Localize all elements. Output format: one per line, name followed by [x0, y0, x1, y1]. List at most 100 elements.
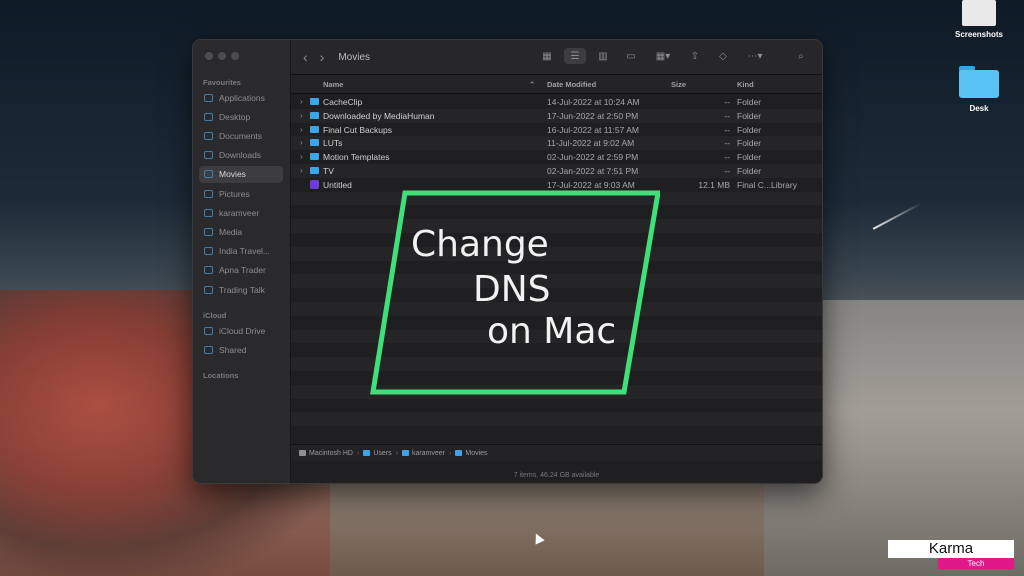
file-date: 17-Jul-2022 at 9:03 AM	[547, 179, 635, 190]
file-size: --	[724, 138, 730, 149]
gallery-view-icon[interactable]: ▭	[620, 48, 642, 64]
sidebar-item[interactable]: karamveer	[199, 204, 283, 221]
sidebar: Favourites Applications Desktop Documents D…	[193, 40, 291, 483]
file-size: --	[724, 110, 730, 121]
file-size: --	[724, 165, 730, 176]
column-size[interactable]: Size	[671, 80, 686, 89]
file-date: 02-Jun-2022 at 2:59 PM	[547, 152, 639, 163]
close-button[interactable]	[205, 52, 213, 60]
sidebar-section-locations: Locations	[203, 371, 239, 380]
minimize-button[interactable]	[218, 52, 226, 60]
sidebar-item-label: Media	[219, 226, 243, 237]
file-row[interactable]: › CacheClip 14-Jul-2022 at 10:24 AM -- Folde…	[291, 95, 822, 109]
sidebar-item-label: Movies	[219, 169, 246, 180]
toolbar-actions: ▦ ☰ ▥ ▭ ▦▾ ⇧ ◇ ⋯▾ ⌕	[536, 48, 812, 64]
search-icon[interactable]: ⌕	[790, 48, 812, 64]
sidebar-item[interactable]: Documents	[199, 127, 283, 144]
disk-icon	[299, 450, 306, 456]
file-row[interactable]: › LUTs 11-Jul-2022 at 9:02 AM -- Folder	[291, 136, 822, 151]
sidebar-section-favourites: Favourites	[203, 78, 241, 87]
sidebar-item-label: Documents	[219, 130, 262, 141]
overlay-line-2: DNS	[473, 269, 551, 310]
sidebar-item[interactable]: Downloads	[199, 147, 283, 164]
badge-title: Karma	[888, 540, 1014, 558]
path-crumb[interactable]: Movies	[455, 450, 488, 457]
sidebar-item[interactable]: Trading Talk	[199, 281, 283, 298]
overlay-line-1: Change	[411, 224, 549, 265]
folder-icon	[363, 450, 371, 456]
disclosure-chevron-icon[interactable]: ›	[300, 166, 303, 175]
downloads-icon	[204, 151, 213, 160]
sidebar-item[interactable]: Applications	[199, 89, 283, 106]
file-size: --	[724, 124, 730, 135]
path-crumb[interactable]: Macintosh HD	[299, 450, 353, 457]
desktop-icon-label: Screenshots	[954, 30, 1004, 39]
overlay-line-3: on Mac	[487, 311, 617, 352]
desktop-icon-label: Desk	[969, 104, 989, 113]
file-date: 11-Jul-2022 at 9:02 AM	[547, 138, 635, 149]
library-icon	[310, 179, 319, 189]
share-icon[interactable]: ⇧	[684, 48, 706, 64]
sidebar-item[interactable]: India Travel...	[199, 243, 283, 260]
desktop-icon-desk[interactable]: Desk	[944, 66, 1014, 113]
file-row[interactable]: › Motion Templates 02-Jun-2022 at 2:59 PM -…	[291, 150, 822, 164]
folder-icon	[959, 66, 999, 98]
desktop-icon-screenshots[interactable]: Screenshots	[944, 0, 1014, 39]
folder-icon	[310, 139, 319, 147]
column-view-icon[interactable]: ▥	[592, 48, 614, 64]
sidebar-item[interactable]: Movies	[199, 165, 283, 183]
path-separator-icon: ›	[395, 449, 398, 457]
forward-button[interactable]: ›	[320, 49, 325, 65]
column-kind[interactable]: Kind	[737, 80, 754, 89]
folder-icon	[204, 285, 213, 294]
disclosure-chevron-icon[interactable]: ›	[300, 152, 303, 161]
sidebar-item-label: Desktop	[219, 111, 251, 122]
tag-icon[interactable]: ◇	[712, 48, 734, 64]
file-row[interactable]: › Downloaded by MediaHuman 17-Jun-2022 at …	[291, 108, 822, 123]
disclosure-chevron-icon[interactable]: ›	[300, 138, 303, 147]
column-date[interactable]: Date Modified	[547, 80, 596, 89]
sidebar-item[interactable]: Pictures	[199, 185, 283, 202]
folder-icon	[310, 98, 319, 105]
file-kind: Folder	[737, 110, 762, 121]
title-overlay: Change DNS on Mac	[370, 190, 660, 395]
file-size: 12.1 MB	[698, 179, 730, 190]
folder-icon	[455, 450, 463, 456]
sidebar-item[interactable]: Shared	[199, 342, 283, 359]
file-row[interactable]: › Final Cut Backups 16-Jul-2022 at 11:57 A…	[291, 122, 822, 137]
file-row[interactable]: › TV 02-Jan-2022 at 7:51 PM -- Folder	[291, 163, 822, 178]
mouse-cursor	[531, 531, 545, 545]
back-button[interactable]: ‹	[303, 49, 308, 65]
folder-icon	[310, 111, 319, 119]
column-name[interactable]: Name	[323, 80, 343, 89]
sidebar-item[interactable]: Media	[199, 223, 283, 240]
list-view-icon[interactable]: ☰	[564, 48, 586, 64]
disclosure-chevron-icon[interactable]: ›	[300, 125, 303, 134]
file-date: 17-Jun-2022 at 2:50 PM	[547, 110, 639, 121]
file-name: TV	[323, 165, 334, 176]
empty-row	[291, 398, 822, 413]
sidebar-item[interactable]: Apna Trader	[199, 262, 283, 279]
more-icon[interactable]: ⋯▾	[740, 48, 770, 64]
group-icon[interactable]: ▦▾	[648, 48, 678, 64]
file-date: 02-Jan-2022 at 7:51 PM	[547, 165, 639, 176]
documents-icon	[204, 131, 213, 140]
file-date: 14-Jul-2022 at 10:24 AM	[547, 97, 640, 107]
column-headers: Name ⌃ Date Modified Size Kind	[291, 75, 822, 94]
sidebar-item-label: Shared	[219, 345, 247, 355]
file-name: CacheClip	[323, 97, 363, 107]
disclosure-chevron-icon[interactable]: ›	[300, 111, 303, 120]
path-crumb[interactable]: karamveer	[401, 450, 445, 457]
document-icon	[962, 0, 996, 26]
empty-row	[291, 426, 822, 440]
path-separator-icon: ›	[449, 449, 452, 457]
sidebar-item-label: Apna Trader	[219, 265, 266, 276]
zoom-button[interactable]	[231, 52, 239, 60]
disclosure-chevron-icon[interactable]: ›	[300, 97, 303, 106]
sidebar-item[interactable]: Desktop	[199, 108, 283, 125]
sidebar-item[interactable]: iCloud Drive	[199, 322, 283, 339]
sidebar-section-icloud: iCloud	[203, 311, 227, 320]
channel-badge: Karma Tech	[888, 540, 1014, 569]
icon-view-icon[interactable]: ▦	[536, 48, 558, 64]
path-crumb[interactable]: Users	[363, 450, 392, 457]
